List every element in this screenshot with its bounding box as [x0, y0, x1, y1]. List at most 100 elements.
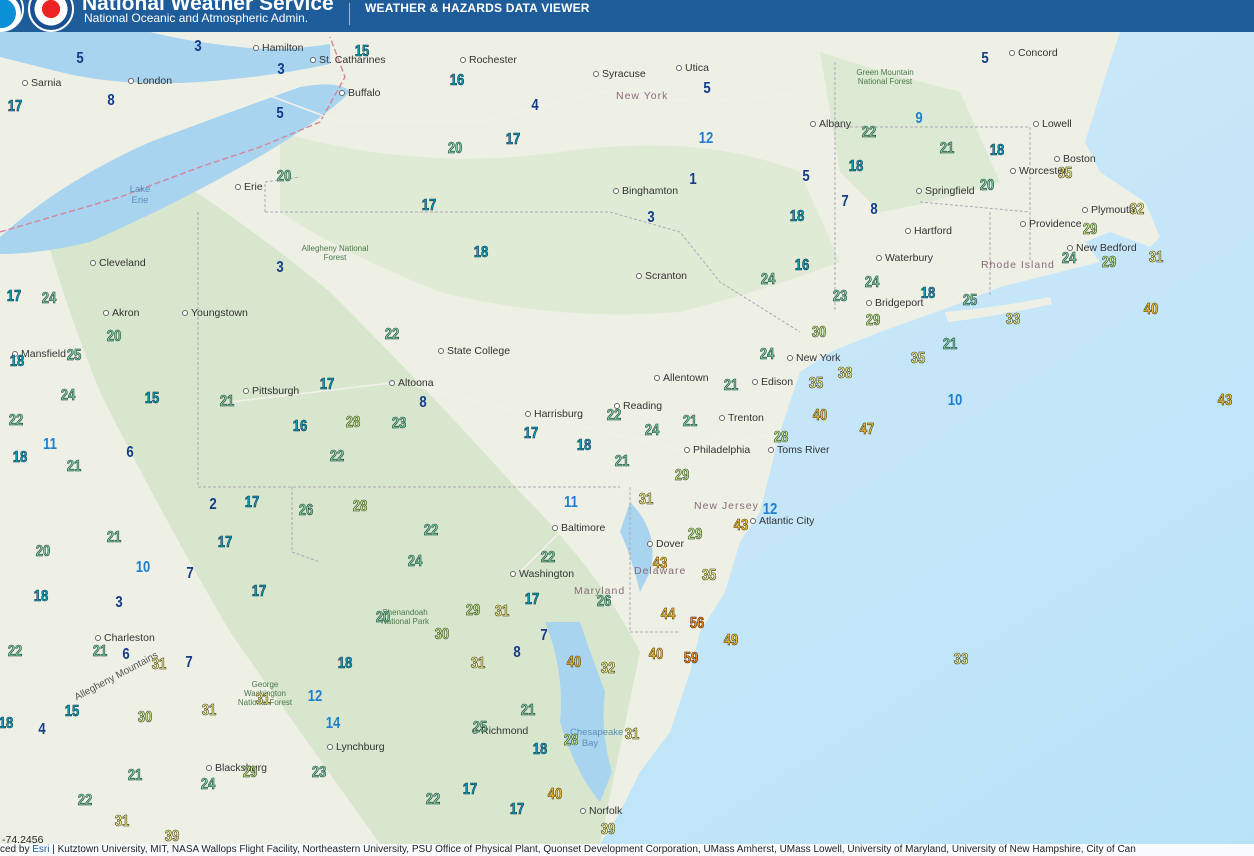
station-value[interactable]: 3 [277, 61, 284, 79]
station-value[interactable]: 8 [419, 394, 426, 412]
station-value[interactable]: 21 [92, 643, 107, 661]
station-value[interactable]: 40 [566, 654, 581, 672]
station-value[interactable]: 17 [505, 131, 520, 149]
station-value[interactable]: 28 [345, 414, 360, 432]
station-value[interactable]: 22 [606, 407, 621, 425]
station-value[interactable]: 31 [624, 726, 639, 744]
station-value[interactable]: 12 [699, 130, 714, 148]
station-value[interactable]: 7 [540, 627, 547, 645]
station-value[interactable]: 33 [1005, 311, 1020, 329]
station-value[interactable]: 40 [648, 646, 663, 664]
station-value[interactable]: 17 [462, 781, 477, 799]
station-value[interactable]: 21 [66, 458, 81, 476]
station-value[interactable]: 24 [1061, 250, 1076, 268]
station-value[interactable]: 29 [242, 764, 257, 782]
station-value[interactable]: 4 [531, 97, 538, 115]
station-value[interactable]: 20 [447, 140, 462, 158]
station-value[interactable]: 5 [76, 50, 83, 68]
station-value[interactable]: 21 [942, 336, 957, 354]
station-value[interactable]: 20 [106, 328, 121, 346]
station-value[interactable]: 25 [962, 292, 977, 310]
station-value[interactable]: 21 [682, 413, 697, 431]
station-value[interactable]: 23 [832, 288, 847, 306]
station-value[interactable]: 17 [6, 288, 21, 306]
station-value[interactable]: 18 [9, 353, 24, 371]
station-value[interactable]: 17 [217, 534, 232, 552]
station-value[interactable]: 20 [979, 177, 994, 195]
station-value[interactable]: 17 [523, 425, 538, 443]
station-value[interactable]: 22 [425, 791, 440, 809]
station-value[interactable]: 17 [319, 376, 334, 394]
station-value[interactable]: 38 [837, 365, 852, 383]
station-value[interactable]: 24 [407, 553, 422, 571]
station-value[interactable]: 3 [647, 209, 654, 227]
station-value[interactable]: 14 [326, 715, 341, 733]
station-value[interactable]: 31 [114, 813, 129, 831]
station-value[interactable]: 3 [115, 594, 122, 612]
station-value[interactable]: 22 [329, 448, 344, 466]
station-value[interactable]: 24 [864, 274, 879, 292]
station-value[interactable]: 18 [789, 208, 804, 226]
station-value[interactable]: 18 [920, 285, 935, 303]
station-value[interactable]: 31 [151, 656, 166, 674]
station-value[interactable]: 10 [136, 559, 151, 577]
station-value[interactable]: 40 [1143, 301, 1158, 319]
station-value[interactable]: 25 [472, 719, 487, 737]
station-value[interactable]: 22 [7, 643, 22, 661]
station-value[interactable]: 24 [644, 422, 659, 440]
station-value[interactable]: 2 [209, 496, 216, 514]
station-value[interactable]: 21 [520, 702, 535, 720]
station-value[interactable]: 5 [703, 80, 710, 98]
station-value[interactable]: 21 [106, 529, 121, 547]
station-value[interactable]: 33 [953, 651, 968, 669]
station-value[interactable]: 29 [674, 467, 689, 485]
station-value[interactable]: 26 [596, 593, 611, 611]
station-value[interactable]: 31 [494, 603, 509, 621]
station-value[interactable]: 21 [614, 453, 629, 471]
station-value[interactable]: 18 [848, 158, 863, 176]
station-value[interactable]: 40 [547, 786, 562, 804]
station-value[interactable]: 18 [576, 437, 591, 455]
station-value[interactable]: 21 [219, 393, 234, 411]
station-value[interactable]: 8 [870, 201, 877, 219]
station-value[interactable]: 21 [939, 140, 954, 158]
station-value[interactable]: 18 [473, 244, 488, 262]
station-value[interactable]: 23 [311, 764, 326, 782]
station-value[interactable]: 15 [144, 390, 159, 408]
station-value[interactable]: 11 [43, 436, 57, 454]
station-value[interactable]: 30 [811, 324, 826, 342]
station-value[interactable]: 18 [532, 741, 547, 759]
basemap[interactable]: New York New Jersey Delaware Maryland Rhode … [0, 32, 1254, 844]
station-value[interactable]: 16 [794, 257, 809, 275]
station-value[interactable]: 17 [524, 591, 539, 609]
station-value[interactable]: 22 [384, 326, 399, 344]
station-value[interactable]: 25 [66, 347, 81, 365]
station-value[interactable]: 17 [7, 98, 22, 116]
station-value[interactable]: 24 [200, 776, 215, 794]
station-value[interactable]: 21 [127, 767, 142, 785]
station-value[interactable]: 30 [137, 709, 152, 727]
station-value[interactable]: 10 [948, 392, 963, 410]
station-value[interactable]: 8 [513, 644, 520, 662]
station-value[interactable]: 18 [989, 142, 1004, 160]
station-value[interactable]: 22 [861, 124, 876, 142]
station-value[interactable]: 17 [244, 494, 259, 512]
station-value[interactable]: 5 [276, 105, 283, 123]
station-value[interactable]: 11 [564, 494, 578, 512]
station-value[interactable]: 59 [683, 650, 698, 668]
station-value[interactable]: 35 [1057, 165, 1072, 183]
station-value[interactable]: 32 [600, 660, 615, 678]
station-value[interactable]: 5 [981, 50, 988, 68]
station-value[interactable]: 21 [723, 377, 738, 395]
station-value[interactable]: 9 [915, 110, 922, 128]
station-value[interactable]: 56 [689, 615, 704, 633]
station-value[interactable]: 29 [687, 526, 702, 544]
station-value[interactable]: 17 [251, 583, 266, 601]
station-value[interactable]: 22 [540, 549, 555, 567]
station-value[interactable]: 39 [164, 828, 179, 844]
station-value[interactable]: 20 [35, 543, 50, 561]
station-value[interactable]: 24 [759, 346, 774, 364]
station-value[interactable]: 3 [276, 259, 283, 277]
station-value[interactable]: 4 [38, 721, 45, 739]
station-value[interactable]: 12 [763, 501, 778, 519]
